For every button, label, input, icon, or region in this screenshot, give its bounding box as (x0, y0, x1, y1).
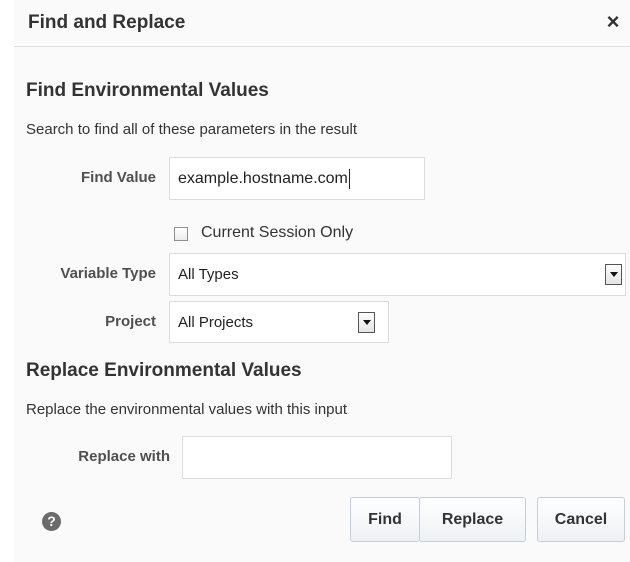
close-icon[interactable]: × (600, 9, 626, 35)
current-session-checkbox[interactable] (174, 227, 188, 241)
find-button[interactable]: Find (350, 497, 420, 542)
replace-with-input[interactable] (182, 436, 452, 479)
help-icon[interactable]: ? (42, 512, 61, 531)
dialog-titlebar: Find and Replace × (14, 0, 630, 47)
replace-button[interactable]: Replace (419, 497, 526, 542)
text-caret (348, 168, 350, 189)
find-value-text: example.hostname.com (178, 169, 348, 187)
project-label: Project (105, 313, 156, 330)
variable-type-value: All Types (178, 266, 239, 283)
current-session-label: Current Session Only (201, 224, 354, 241)
chevron-down-icon[interactable] (358, 312, 375, 333)
replace-section-description: Replace the environmental values with th… (26, 401, 348, 418)
find-and-replace-dialog: Find and Replace × Find Environmental Va… (14, 0, 630, 562)
find-value-label: Find Value (80, 169, 156, 186)
find-value-input[interactable]: example.hostname.com (169, 157, 425, 200)
replace-section-heading: Replace Environmental Values (26, 360, 302, 381)
replace-with-label: Replace with (78, 448, 170, 465)
project-select[interactable]: All Projects (169, 301, 389, 343)
find-section-description: Search to find all of these parameters i… (26, 121, 358, 138)
variable-type-label: Variable Type (60, 265, 156, 282)
dialog-title: Find and Replace (28, 12, 186, 33)
cancel-button[interactable]: Cancel (537, 497, 625, 542)
find-section-heading: Find Environmental Values (26, 80, 269, 101)
variable-type-select[interactable]: All Types (169, 253, 626, 296)
project-value: All Projects (178, 313, 254, 331)
chevron-down-icon[interactable] (605, 264, 622, 285)
